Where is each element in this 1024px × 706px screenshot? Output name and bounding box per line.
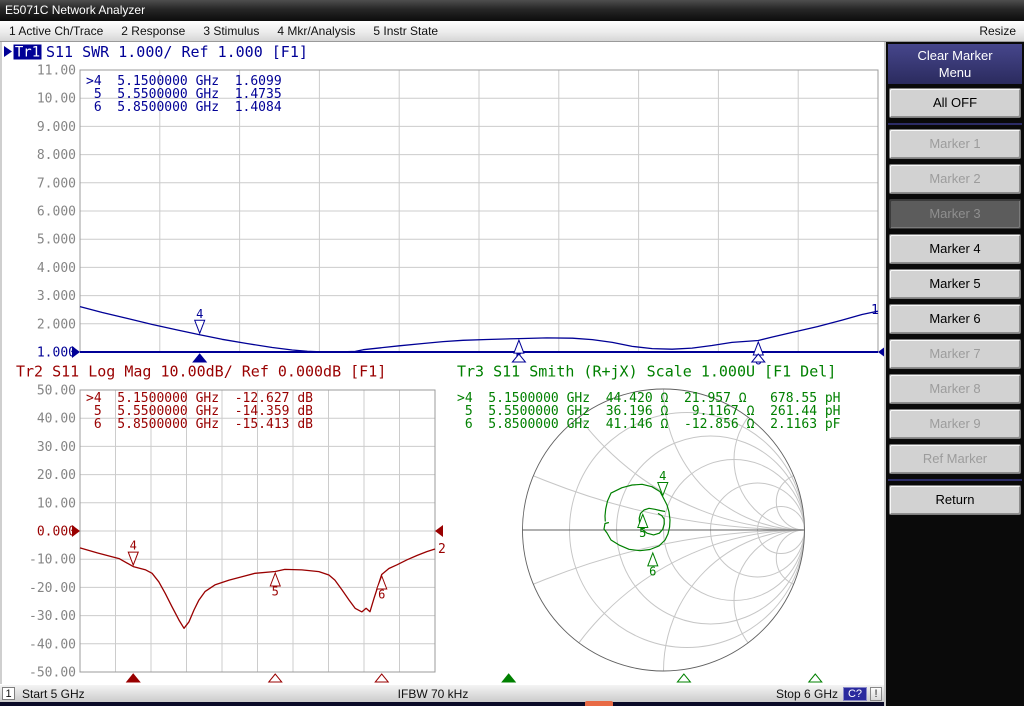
tr1-chart: 11.00 10.00 9.000 8.000 7.000 6.000 5.000 4.000… xyxy=(4,43,884,367)
background-window-sliver xyxy=(585,701,613,706)
softkey-marker-5[interactable]: Marker 5 xyxy=(889,269,1021,299)
svg-text:6 5.8500000 GHz -15.413 dB: 6 5.8500000 GHz -15.413 dB xyxy=(86,417,313,432)
svg-text:11.00: 11.00 xyxy=(37,64,76,79)
svg-text:1.000: 1.000 xyxy=(37,346,76,361)
svg-text:6 5.8500000 GHz 1.4084: 6 5.8500000 GHz 1.4084 xyxy=(86,100,282,115)
svg-text:7.000: 7.000 xyxy=(37,176,76,191)
status-bar: 1 Start 5 GHz IFBW 70 kHz Stop 6 GHz C? … xyxy=(0,684,884,702)
svg-text:4: 4 xyxy=(130,539,137,553)
svg-text:6: 6 xyxy=(649,564,656,578)
svg-text:1: 1 xyxy=(871,303,879,318)
softkey-marker-2[interactable]: Marker 2 xyxy=(889,164,1021,194)
menu-item-4[interactable]: 4 Mkr/Analysis xyxy=(268,21,364,41)
svg-text:30.00: 30.00 xyxy=(37,440,76,455)
menu-item-5[interactable]: 5 Instr State xyxy=(364,21,447,41)
svg-text:9.000: 9.000 xyxy=(37,120,76,135)
svg-text:-40.00: -40.00 xyxy=(29,637,76,652)
svg-text:6.000: 6.000 xyxy=(37,205,76,220)
menu-item-2[interactable]: 2 Response xyxy=(112,21,194,41)
svg-text:Tr2 S11 Log Mag 10.00dB/ Ref 0: Tr2 S11 Log Mag 10.00dB/ Ref 0.000dB [F1… xyxy=(16,363,386,381)
softkey-marker-1[interactable]: Marker 1 xyxy=(889,129,1021,159)
title-bar: E5071C Network Analyzer xyxy=(0,0,1024,21)
svg-text:50.00: 50.00 xyxy=(37,384,76,399)
softkey-marker-3[interactable]: Marker 3 xyxy=(889,199,1021,229)
bottom-edge xyxy=(0,702,884,706)
svg-text:5: 5 xyxy=(272,584,279,598)
charts-area: 11.00 10.00 9.000 8.000 7.000 6.000 5.000 4.000… xyxy=(2,42,884,684)
menu-bar: Resize 1 Active Ch/Trace2 Response3 Stim… xyxy=(0,21,1024,42)
svg-text:Tr1: Tr1 xyxy=(15,45,40,61)
svg-text:2: 2 xyxy=(438,542,446,557)
alert-indicator: ! xyxy=(870,687,882,701)
svg-text:3.000: 3.000 xyxy=(37,289,76,304)
svg-text:4.000: 4.000 xyxy=(37,261,76,276)
svg-text:8.000: 8.000 xyxy=(37,148,76,163)
softkey-marker-9[interactable]: Marker 9 xyxy=(889,409,1021,439)
softkey-ref-marker[interactable]: Ref Marker xyxy=(889,444,1021,474)
softkey-menu-title: Clear Marker Menu xyxy=(888,44,1022,84)
svg-text:Tr3 S11 Smith (R+jX) Scale 1.0: Tr3 S11 Smith (R+jX) Scale 1.000U [F1 De… xyxy=(457,363,836,381)
svg-text:5.000: 5.000 xyxy=(37,233,76,248)
resize-button[interactable]: Resize xyxy=(971,21,1024,41)
svg-text:4: 4 xyxy=(196,307,203,321)
window-title: E5071C Network Analyzer xyxy=(5,3,145,17)
svg-text:S11 SWR 1.000/ Ref 1.000 [F1]: S11 SWR 1.000/ Ref 1.000 [F1] xyxy=(46,43,308,61)
menu-item-3[interactable]: 3 Stimulus xyxy=(194,21,268,41)
svg-text:5: 5 xyxy=(639,526,646,540)
start-frequency-label: Start 5 GHz xyxy=(22,686,85,702)
tr2-chart: 50.00 40.00 30.00 20.00 10.00 0.000 -10.00 -20.… xyxy=(16,363,446,683)
svg-text:10.00: 10.00 xyxy=(37,92,76,107)
menu-item-1[interactable]: 1 Active Ch/Trace xyxy=(0,21,112,41)
softkey-sidebar: Clear Marker Menu All OFF Marker 1 Marker … xyxy=(884,42,1024,706)
correction-badge: C? xyxy=(843,687,867,701)
svg-text:20.00: 20.00 xyxy=(37,468,76,483)
softkey-marker-6[interactable]: Marker 6 xyxy=(889,304,1021,334)
display-area: 11.00 10.00 9.000 8.000 7.000 6.000 5.000 4.000… xyxy=(0,42,884,684)
softkey-marker-4[interactable]: Marker 4 xyxy=(889,234,1021,264)
svg-text:4: 4 xyxy=(659,469,666,483)
svg-text:2.000: 2.000 xyxy=(37,317,76,332)
softkey-marker-7[interactable]: Marker 7 xyxy=(889,339,1021,369)
svg-text:-10.00: -10.00 xyxy=(29,553,76,568)
ifbw-label: IFBW 70 kHz xyxy=(398,686,469,702)
svg-text:6: 6 xyxy=(378,587,385,601)
svg-text:10.00: 10.00 xyxy=(37,496,76,511)
channel-indicator: 1 xyxy=(2,687,15,700)
svg-text:40.00: 40.00 xyxy=(37,412,76,427)
svg-text:-20.00: -20.00 xyxy=(29,581,76,596)
softkey-separator xyxy=(888,123,1022,125)
softkey-return[interactable]: Return xyxy=(889,485,1021,515)
softkey-separator xyxy=(888,479,1022,481)
softkey-all-off[interactable]: All OFF xyxy=(889,88,1021,118)
tr3-trace-outer xyxy=(604,484,670,550)
stop-frequency-label: Stop 6 GHz xyxy=(776,686,838,702)
svg-text:-30.00: -30.00 xyxy=(29,609,76,624)
svg-text:6 5.8500000 GHz 41.146 Ω -1: 6 5.8500000 GHz 41.146 Ω -12.856 Ω 2.116… xyxy=(457,417,841,432)
svg-text:0.000: 0.000 xyxy=(37,525,76,540)
softkey-marker-8[interactable]: Marker 8 xyxy=(889,374,1021,404)
svg-text:-50.00: -50.00 xyxy=(29,666,76,681)
